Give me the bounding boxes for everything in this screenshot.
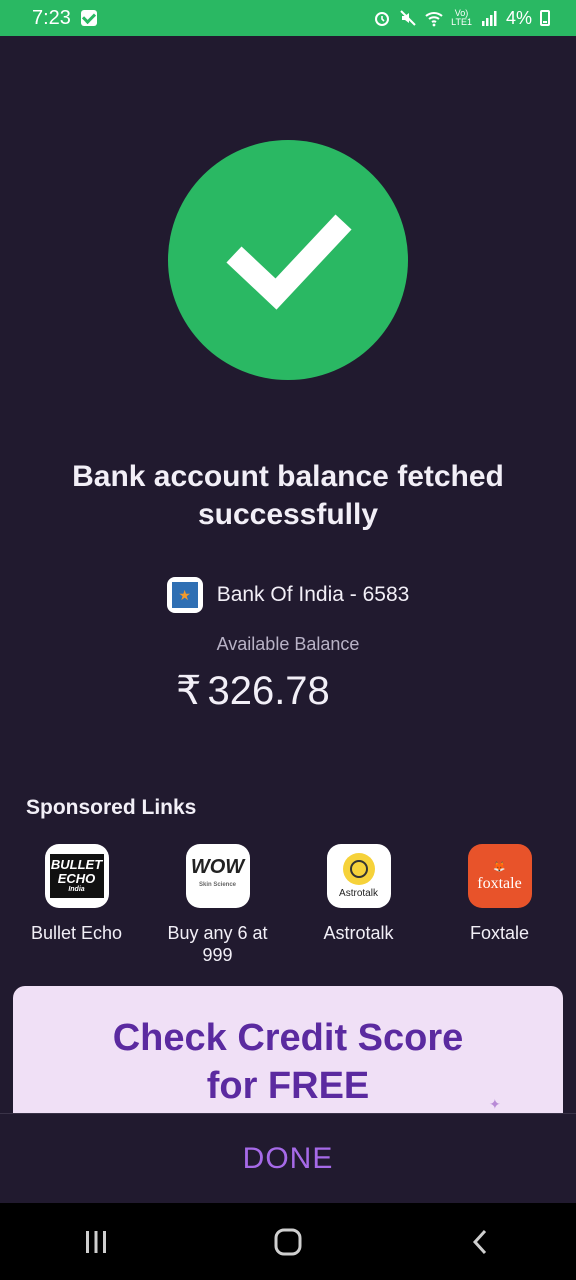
sponsor-wow[interactable]: WOW Skin Science Buy any 6 at 999: [147, 844, 288, 966]
recent-apps-icon: [86, 1230, 106, 1253]
mute-icon: [400, 10, 416, 26]
bank-row: ★ Bank Of India - 6583: [0, 576, 576, 614]
lte-indicator: Vo) LTE1: [451, 8, 472, 27]
sponsor-foxtale[interactable]: 🦊 foxtale Foxtale: [429, 844, 570, 966]
sponsor-label: Astrotalk: [323, 923, 394, 943]
back-button[interactable]: [440, 1212, 520, 1272]
alarm-icon: [375, 12, 390, 26]
notification-check-icon: [80, 10, 97, 26]
system-nav-bar: [0, 1203, 576, 1280]
astrotalk-logo-icon: Astrotalk: [326, 844, 391, 908]
wifi-icon: [425, 12, 443, 27]
sponsor-label: Foxtale: [469, 923, 530, 943]
checkmark-icon: [226, 214, 352, 310]
sponsored-links: BULLET ECHO India Bullet Echo WOW Skin S…: [0, 844, 576, 966]
balance-amount: ₹ 326.78: [176, 668, 330, 714]
promo-text: Check Credit Score for FREE: [112, 1017, 464, 1107]
available-balance-label: Available Balance: [216, 634, 360, 654]
bottom-action-bar: DONE: [0, 1113, 576, 1203]
home-icon: [274, 1228, 302, 1255]
sparkle-icon: ✦: [489, 1096, 501, 1112]
success-check-circle: [168, 140, 408, 380]
result-title: Bank account balance fetched successfull…: [72, 460, 504, 531]
bullet-echo-logo-icon: BULLET ECHO India: [44, 844, 109, 908]
back-icon: [472, 1229, 487, 1254]
foxtale-logo-icon: 🦊 foxtale: [467, 844, 532, 908]
wow-logo-icon: WOW Skin Science: [185, 844, 250, 908]
signal-icon: [481, 11, 497, 26]
sponsor-astrotalk[interactable]: Astrotalk Astrotalk: [288, 844, 429, 966]
balance-value: 326.78: [207, 668, 330, 713]
battery-percent: 4%: [505, 7, 532, 28]
sponsor-bullet-echo[interactable]: BULLET ECHO India Bullet Echo: [6, 844, 147, 966]
recent-apps-button[interactable]: [56, 1212, 136, 1272]
battery-icon: [540, 10, 550, 26]
sponsor-label: Bullet Echo: [30, 923, 123, 943]
status-time: 7:23: [32, 6, 71, 29]
status-bar: 7:23 Vo) LTE1 4%: [0, 0, 576, 36]
bank-name: Bank Of India - 6583: [216, 583, 410, 606]
done-button[interactable]: DONE: [237, 1141, 340, 1177]
sponsored-heading: Sponsored Links: [26, 796, 197, 819]
home-button[interactable]: [248, 1212, 328, 1272]
bank-of-india-logo-icon: ★: [166, 577, 203, 613]
rupee-icon: ₹: [176, 669, 202, 713]
sponsor-label: Buy any 6 at 999: [167, 923, 268, 965]
